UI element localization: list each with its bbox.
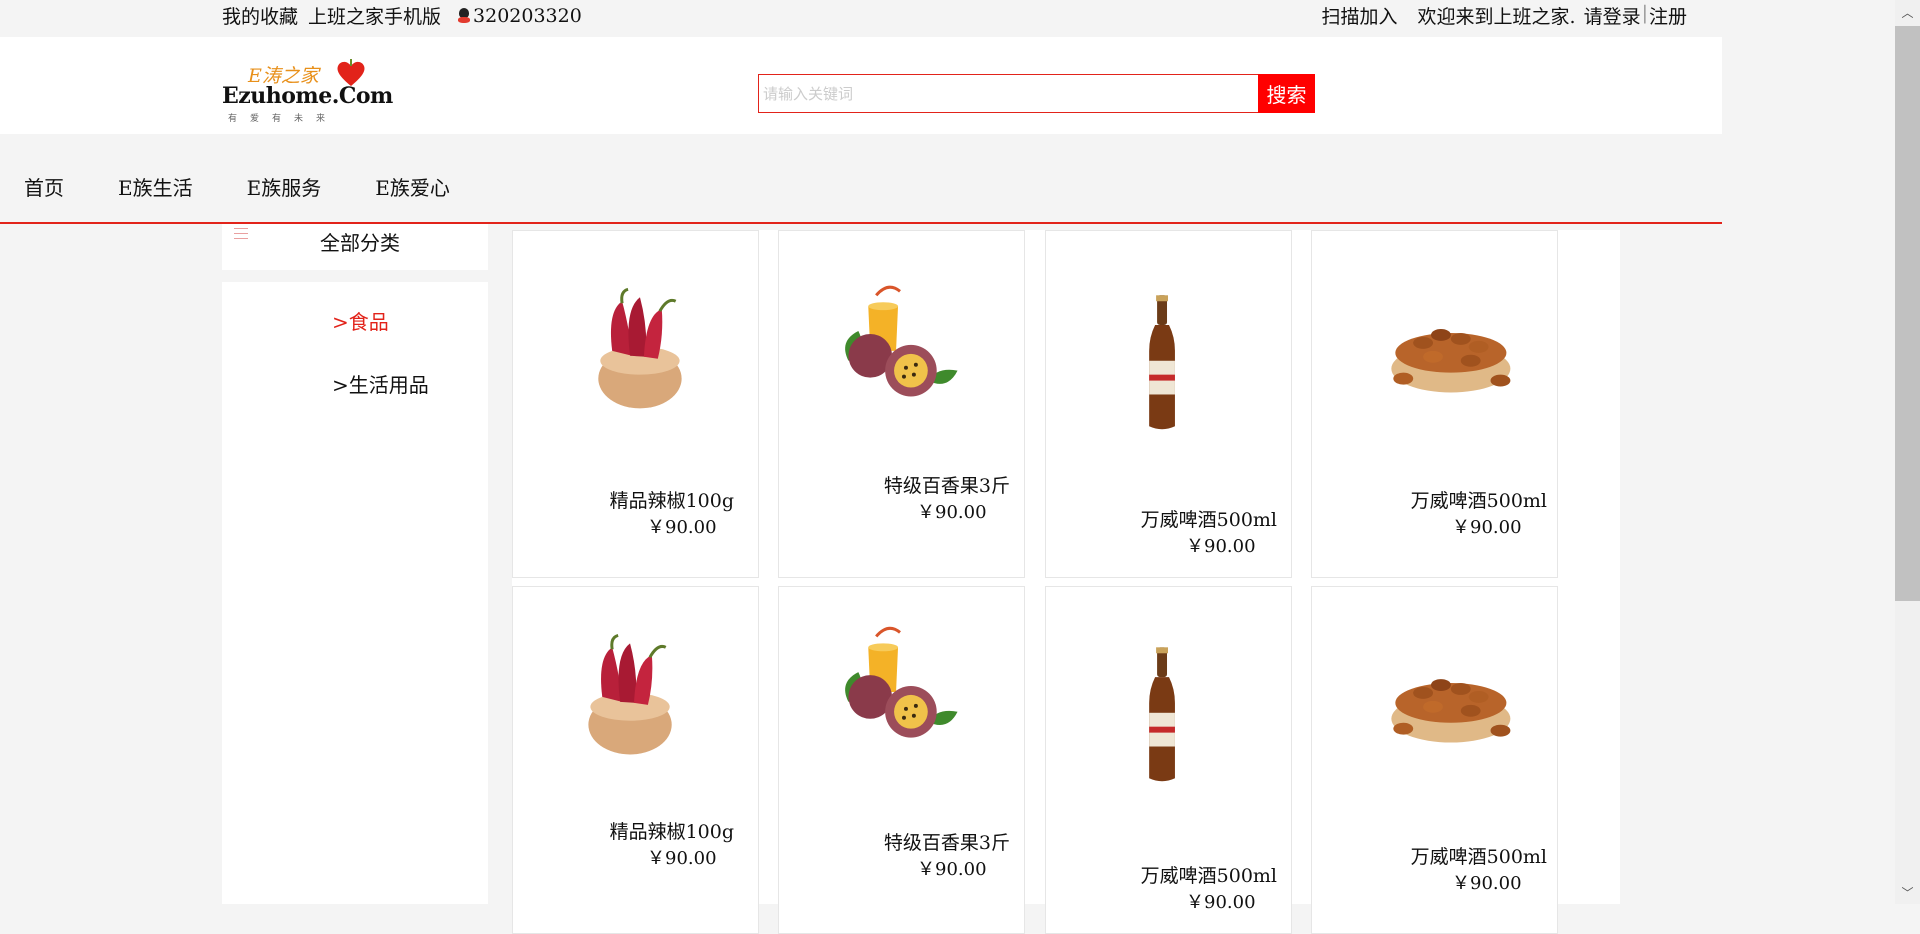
product-price: ￥90.00	[1452, 873, 1522, 894]
nuts-bowl-icon	[1391, 329, 1511, 393]
product-name: 精品辣椒100g	[609, 490, 734, 512]
product-name: 万威啤酒500ml	[1140, 865, 1277, 887]
favorites-link[interactable]: 我的收藏	[222, 2, 298, 29]
category-list: >食品 >生活用品	[222, 282, 488, 904]
scroll-up-arrow-icon[interactable]: ︿	[1895, 0, 1920, 24]
product-name: 特级百香果3斤	[883, 832, 1010, 854]
top-bar-right: 扫描加入 欢迎来到上班之家. 请登录 | 注册	[1322, 2, 1688, 29]
search-bar: 搜索	[758, 74, 1315, 113]
qq-number: 320203320	[473, 4, 582, 27]
nav-item-charity[interactable]: E族爱心	[375, 172, 450, 201]
product-price: ￥90.00	[647, 517, 717, 538]
category-item-daily-goods[interactable]: >生活用品	[332, 369, 429, 398]
welcome-text: 欢迎来到上班之家.	[1417, 6, 1576, 28]
site-logo[interactable]: E涛之家 Ezuhome.Com 有爱有未来	[222, 59, 393, 124]
register-link[interactable]: 注册	[1649, 2, 1687, 29]
mobile-version-link[interactable]: 上班之家手机版	[308, 2, 441, 29]
product-name: 万威啤酒500ml	[1140, 509, 1277, 531]
list-menu-icon	[234, 228, 248, 240]
nav-item-home[interactable]: 首页	[24, 172, 64, 201]
product-name: 万威啤酒500ml	[1410, 846, 1547, 868]
main-nav: 首页 E族生活 E族服务 E族爱心	[0, 134, 1722, 224]
product-price: ￥90.00	[1186, 892, 1256, 913]
logo-brand: Ezuhome.Com	[222, 83, 393, 109]
product-card[interactable]: 特级百香果3斤 ￥90.00	[778, 230, 1025, 578]
product-card[interactable]: 万威啤酒500ml ￥90.00	[1311, 230, 1558, 578]
top-bar: 我的收藏 上班之家手机版 320203320 扫描加入 欢迎来到上班之家. 请登…	[0, 0, 1722, 37]
product-price: ￥90.00	[917, 859, 987, 880]
passion-fruit-icon	[845, 285, 958, 397]
chili-bowl-icon	[588, 633, 672, 755]
login-link[interactable]: 请登录	[1584, 2, 1641, 29]
product-name: 特级百香果3斤	[883, 475, 1010, 497]
qq-contact[interactable]: 320203320	[451, 5, 582, 27]
product-name: 精品辣椒100g	[609, 821, 734, 843]
nav-item-life[interactable]: E族生活	[118, 172, 193, 201]
beer-bottle-icon	[1149, 647, 1175, 782]
product-card[interactable]: 特级百香果3斤 ￥90.00	[778, 586, 1025, 934]
product-name: 万威啤酒500ml	[1410, 490, 1547, 512]
page-scrollbar[interactable]: ︿ ﹀	[1895, 0, 1920, 904]
passion-fruit-icon	[845, 626, 958, 738]
scan-join-link[interactable]: 扫描加入	[1322, 2, 1398, 29]
product-card[interactable]: 精品辣椒100g ￥90.00	[512, 230, 759, 578]
qq-penguin-icon	[457, 7, 471, 24]
logo-slogan: 有爱有未来	[228, 114, 339, 124]
beer-bottle-icon	[1149, 295, 1175, 430]
nuts-bowl-icon	[1391, 679, 1511, 743]
product-price: ￥90.00	[647, 848, 717, 869]
login-register-separator: |	[1641, 2, 1648, 24]
scrollbar-thumb[interactable]	[1895, 26, 1920, 601]
category-title: 全部分类	[320, 231, 400, 255]
product-price: ￥90.00	[917, 502, 987, 523]
product-card[interactable]: 万威啤酒500ml ￥90.00	[1045, 230, 1292, 578]
scroll-down-arrow-icon[interactable]: ﹀	[1895, 880, 1920, 904]
chili-bowl-icon	[598, 287, 682, 409]
product-card[interactable]: 万威啤酒500ml ￥90.00	[1045, 586, 1292, 934]
nav-item-service[interactable]: E族服务	[247, 172, 322, 201]
product-grid: 精品辣椒100g ￥90.00 特级百香果3斤 ￥90.00 万威啤酒500ml	[512, 230, 1620, 934]
category-header[interactable]: 全部分类	[222, 224, 488, 270]
search-button[interactable]: 搜索	[1258, 74, 1315, 113]
product-price: ￥90.00	[1452, 517, 1522, 538]
product-card[interactable]: 万威啤酒500ml ￥90.00	[1311, 586, 1558, 934]
category-item-food[interactable]: >食品	[332, 306, 389, 335]
product-price: ￥90.00	[1186, 536, 1256, 557]
product-card[interactable]: 精品辣椒100g ￥90.00	[512, 586, 759, 934]
header: E涛之家 Ezuhome.Com 有爱有未来 搜索	[0, 37, 1722, 134]
search-input[interactable]	[758, 74, 1258, 113]
top-bar-left: 我的收藏 上班之家手机版 320203320	[222, 2, 592, 29]
